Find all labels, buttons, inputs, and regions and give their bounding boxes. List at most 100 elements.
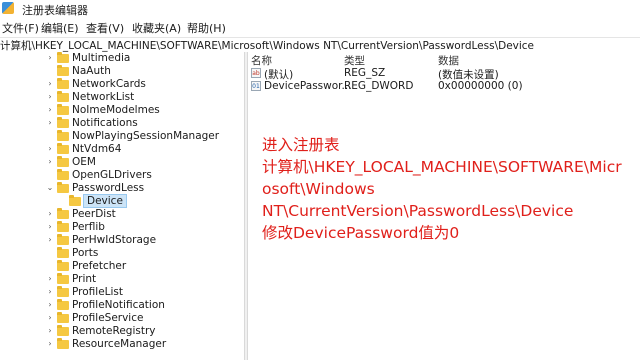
tree-item-label: NowPlayingSessionManager	[72, 130, 220, 142]
tree-item-label: NtVdm64	[72, 143, 122, 155]
folder-icon	[57, 273, 69, 284]
tree-item-print[interactable]: › Print	[0, 273, 244, 286]
menu-view[interactable]: 查看(V)	[86, 20, 124, 36]
tree-item-label: NoImeModelmes	[72, 104, 160, 116]
folder-icon	[57, 299, 69, 310]
registry-app-icon	[2, 2, 14, 14]
dword-value-icon: 01	[251, 81, 261, 91]
folder-icon	[57, 130, 69, 141]
tree-item-ports[interactable]: Ports	[0, 247, 244, 260]
expand-chevron-icon[interactable]	[46, 65, 54, 77]
folder-icon	[57, 104, 69, 115]
expand-chevron-icon[interactable]	[46, 130, 54, 142]
tree-item-label: ProfileList	[72, 286, 124, 298]
folder-icon	[57, 208, 69, 219]
tree-item-label: Prefetcher	[72, 260, 127, 272]
tree-item-label: OpenGLDrivers	[72, 169, 152, 181]
tree-item-label: PeerDist	[72, 208, 116, 220]
expand-chevron-icon[interactable]: ›	[46, 273, 54, 285]
tree-item-label: Device	[83, 194, 127, 208]
tree-item-prefetcher[interactable]: Prefetcher	[0, 260, 244, 273]
expand-chevron-icon[interactable]	[46, 260, 54, 272]
folder-icon	[57, 312, 69, 323]
expand-chevron-icon[interactable]: ›	[46, 117, 54, 129]
folder-icon	[57, 286, 69, 297]
expand-chevron-icon[interactable]: ›	[46, 286, 54, 298]
value-row-default[interactable]: ab (默认) REG_SZ (数值未设置)	[248, 67, 640, 81]
collapse-chevron-icon[interactable]: ⌄	[46, 182, 54, 194]
expand-chevron-icon[interactable]: ›	[46, 221, 54, 233]
folder-icon	[57, 260, 69, 271]
expand-chevron-icon[interactable]	[46, 169, 54, 181]
string-value-icon: ab	[251, 68, 261, 78]
value-data: 0x00000000 (0)	[438, 80, 523, 92]
expand-chevron-icon[interactable]: ›	[46, 325, 54, 337]
expand-chevron-icon[interactable]: ›	[46, 338, 54, 350]
tree-item-networklist[interactable]: › NetworkList	[0, 91, 244, 104]
folder-icon	[57, 221, 69, 232]
tree-item-label: Print	[72, 273, 97, 285]
tree-item-ntvdm64[interactable]: › NtVdm64	[0, 143, 244, 156]
menu-favorites[interactable]: 收藏夹(A)	[132, 20, 181, 36]
expand-chevron-icon[interactable]: ›	[46, 208, 54, 220]
tree-item-notifications[interactable]: › Notifications	[0, 117, 244, 130]
expand-chevron-icon[interactable]: ›	[46, 78, 54, 90]
folder-icon	[57, 169, 69, 180]
tree-item-perhwidstorage[interactable]: › PerHwIdStorage	[0, 234, 244, 247]
annotation-line: 进入注册表	[262, 136, 340, 154]
expand-chevron-icon[interactable]: ›	[46, 234, 54, 246]
tree-item-multimedia[interactable]: › Multimedia	[0, 52, 244, 65]
menu-help[interactable]: 帮助(H)	[187, 20, 226, 36]
menu-edit[interactable]: 编辑(E)	[41, 20, 79, 36]
folder-icon	[57, 91, 69, 102]
expand-chevron-icon[interactable]: ›	[46, 91, 54, 103]
column-header-type[interactable]: 类型	[344, 53, 365, 68]
address-path[interactable]: 计算机\HKEY_LOCAL_MACHINE\SOFTWARE\Microsof…	[0, 38, 534, 53]
folder-icon	[57, 182, 69, 193]
tree-item-passwordless[interactable]: ⌄ PasswordLess	[0, 182, 244, 195]
tree-item-noimemodelmes[interactable]: › NoImeModelmes	[0, 104, 244, 117]
tree-item-remoteregistry[interactable]: › RemoteRegistry	[0, 325, 244, 338]
expand-chevron-icon[interactable]: ›	[46, 104, 54, 116]
tree-item-nowplayingsessionmanager[interactable]: NowPlayingSessionManager	[0, 130, 244, 143]
folder-icon	[57, 234, 69, 245]
tree-item-perflib[interactable]: › Perflib	[0, 221, 244, 234]
menu-file[interactable]: 文件(F)	[2, 20, 39, 36]
tree-item-label: NetworkList	[72, 91, 135, 103]
instruction-annotation: 进入注册表 计算机\HKEY_LOCAL_MACHINE\SOFTWARE\Mi…	[262, 134, 634, 244]
title-bar: 注册表编辑器	[0, 0, 640, 18]
tree-item-networkcards[interactable]: › NetworkCards	[0, 78, 244, 91]
address-bar[interactable]: 计算机\HKEY_LOCAL_MACHINE\SOFTWARE\Microsof…	[0, 37, 640, 53]
tree-item-profilelist[interactable]: › ProfileList	[0, 286, 244, 299]
column-header-name[interactable]: 名称	[251, 53, 272, 68]
key-tree-pane[interactable]: › Multimedia NaAuth › NetworkCards › Net…	[0, 52, 244, 360]
tree-item-label: Perflib	[72, 221, 105, 233]
expand-chevron-icon[interactable]: ›	[46, 52, 54, 64]
expand-chevron-icon[interactable]: ›	[46, 156, 54, 168]
expand-chevron-icon[interactable]: ›	[46, 143, 54, 155]
tree-item-naauth[interactable]: NaAuth	[0, 65, 244, 78]
column-header-data[interactable]: 数据	[438, 53, 459, 68]
tree-item-label: ProfileService	[72, 312, 144, 324]
tree-item-profilenotification[interactable]: › ProfileNotification	[0, 299, 244, 312]
expand-chevron-icon[interactable]	[46, 247, 54, 259]
expand-chevron-icon[interactable]: ›	[46, 312, 54, 324]
tree-item-label: RemoteRegistry	[72, 325, 156, 337]
tree-item-peerdist[interactable]: › PeerDist	[0, 208, 244, 221]
tree-item-resourcemanager[interactable]: › ResourceManager	[0, 338, 244, 351]
value-row-devicepassword[interactable]: 01 DevicePasswor... REG_DWORD 0x00000000…	[248, 80, 640, 93]
tree-item-label: Notifications	[72, 117, 138, 129]
folder-icon	[57, 117, 69, 128]
tree-item-label: Multimedia	[72, 52, 131, 64]
folder-icon	[57, 78, 69, 89]
tree-item-label: NetworkCards	[72, 78, 146, 90]
annotation-line: osoft\Windows	[262, 180, 375, 198]
tree-item-device[interactable]: Device	[0, 194, 244, 208]
expand-chevron-icon[interactable]: ›	[46, 299, 54, 311]
value-name: DevicePasswor...	[264, 80, 352, 92]
tree-item-profileservice[interactable]: › ProfileService	[0, 312, 244, 325]
tree-item-oem[interactable]: › OEM	[0, 156, 244, 169]
tree-item-opengldrivers[interactable]: OpenGLDrivers	[0, 169, 244, 182]
tree-item-label: PerHwIdStorage	[72, 234, 157, 246]
tree-item-label: Ports	[72, 247, 99, 259]
